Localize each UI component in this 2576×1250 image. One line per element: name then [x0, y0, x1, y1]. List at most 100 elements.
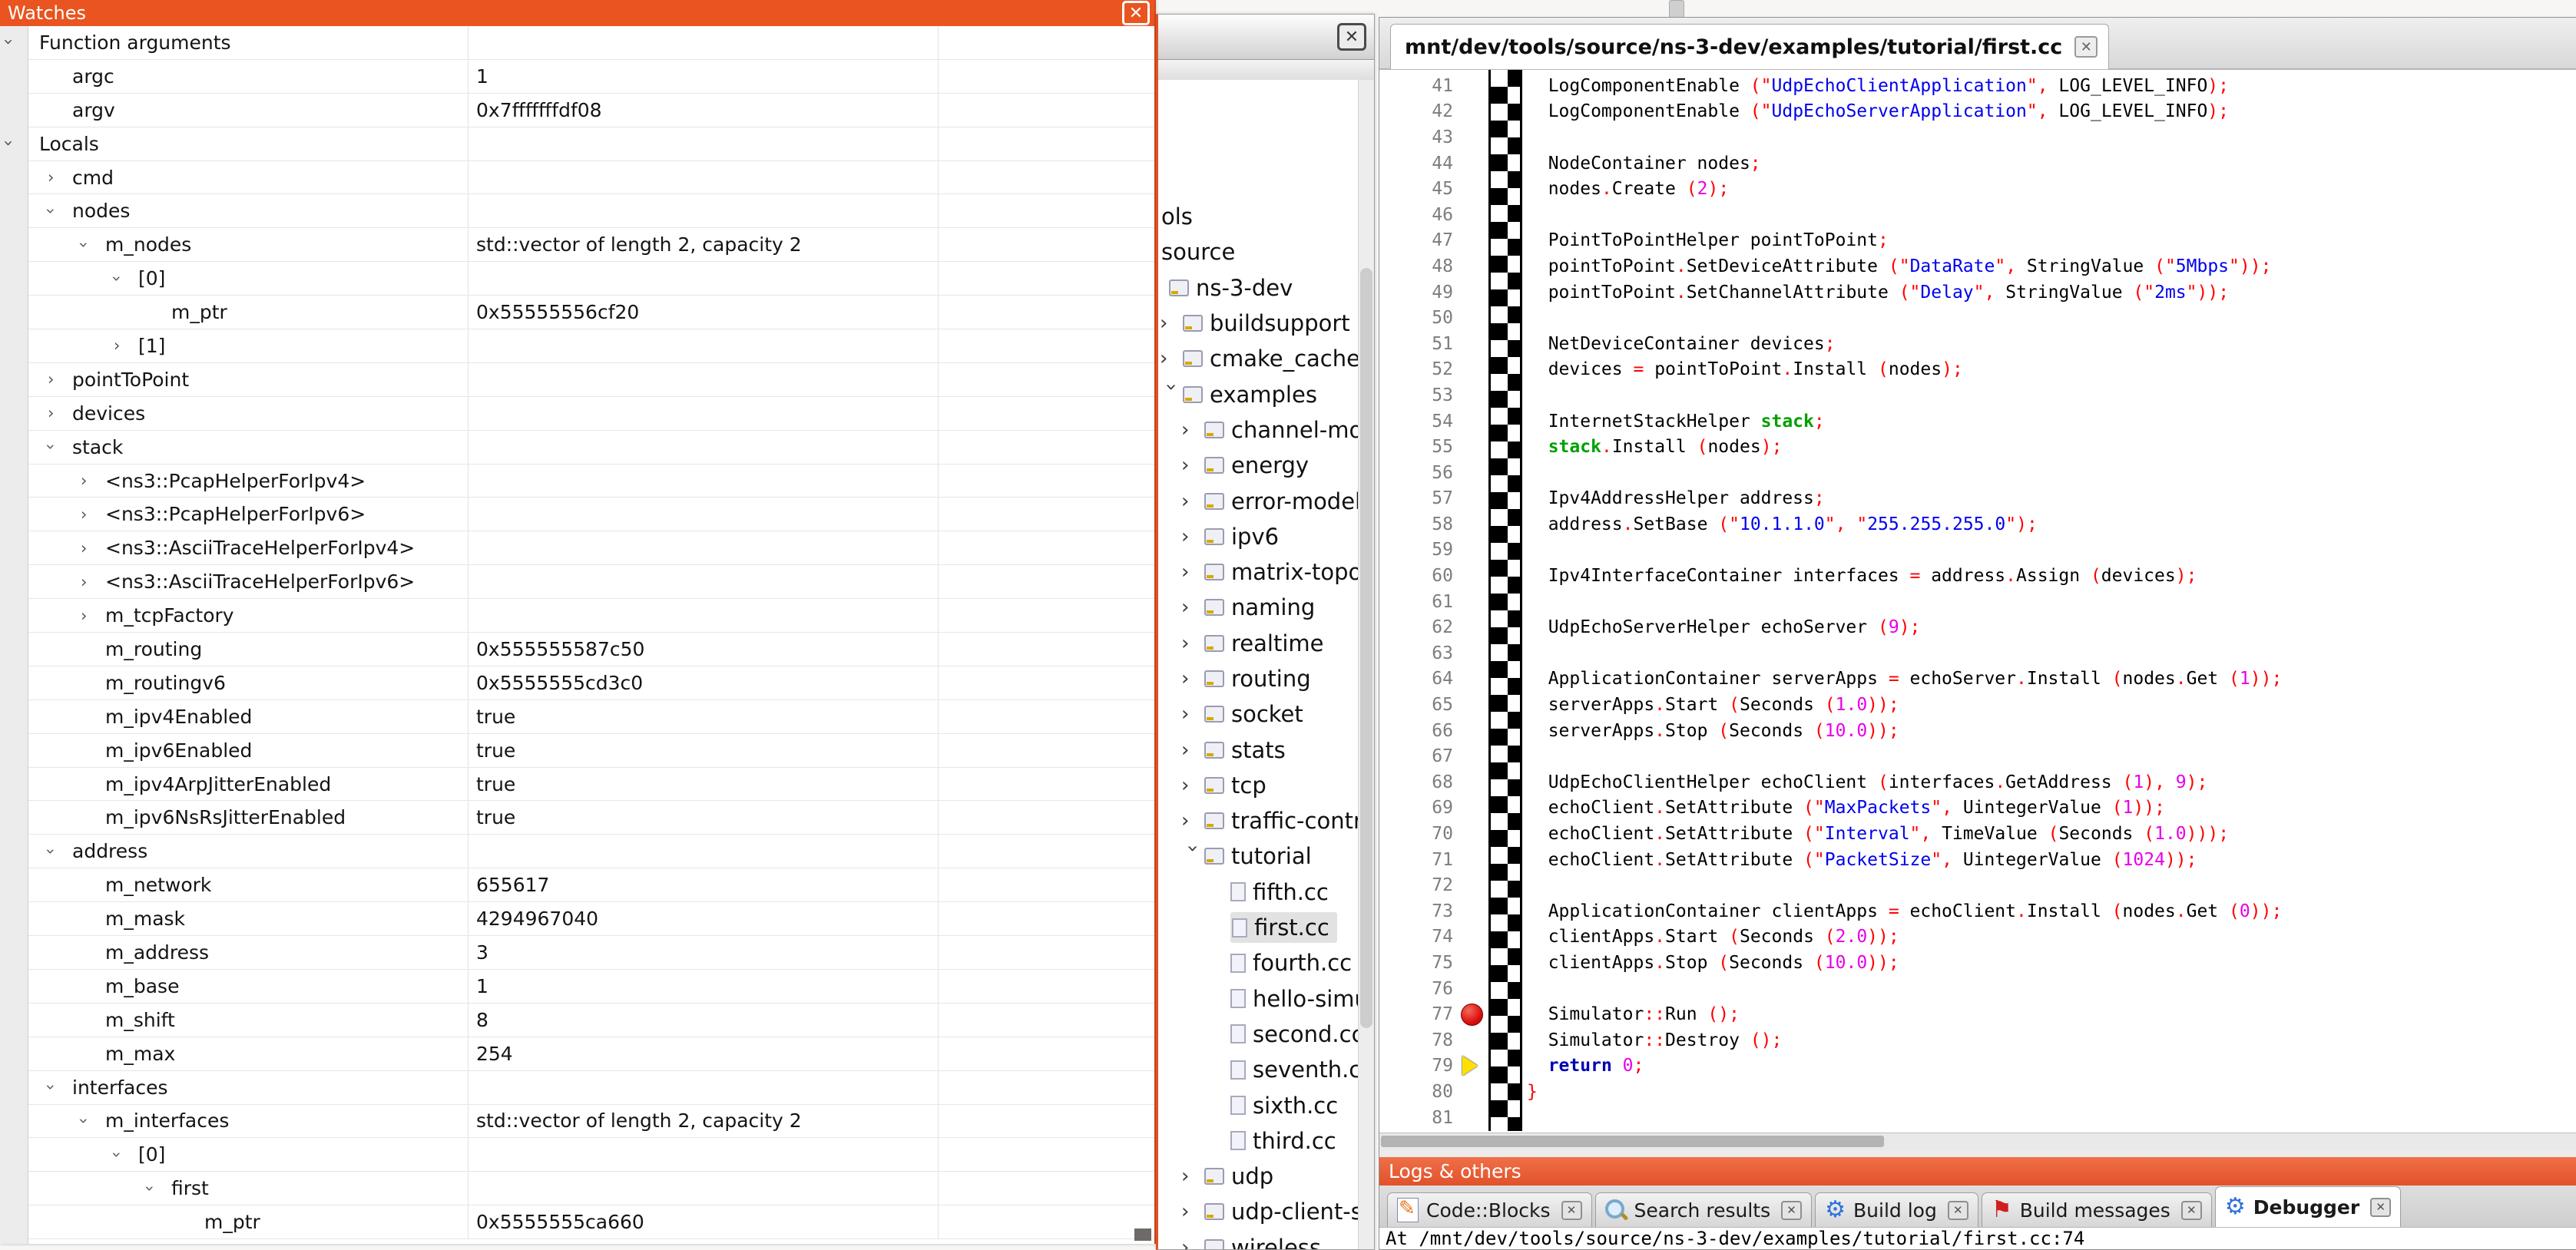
code-line-45[interactable]: 45 nodes.Create (2);	[1379, 176, 2576, 202]
code-line-43[interactable]: 43	[1379, 124, 2576, 150]
watch-row[interactable]: m_max254	[28, 1037, 1154, 1071]
tree-item-realtime[interactable]: ›realtime	[1158, 626, 1359, 661]
expander-icon[interactable]: ›	[41, 1084, 60, 1090]
tree-item-ipv6[interactable]: ›ipv6	[1158, 519, 1359, 554]
line-number[interactable]: 55	[1379, 437, 1465, 457]
tree-item-sixth-cc[interactable]: sixth.cc	[1158, 1087, 1359, 1123]
tree-item-fifth-cc[interactable]: fifth.cc	[1158, 875, 1359, 910]
code-line-53[interactable]: 53	[1379, 382, 2576, 408]
line-number[interactable]: 71	[1379, 850, 1465, 870]
expander-icon[interactable]: ›	[41, 208, 60, 214]
tree-item-matrix-topol[interactable]: ›matrix-topol	[1158, 554, 1359, 590]
tree-item-ols[interactable]: ols	[1158, 199, 1359, 234]
expander-icon[interactable]: ›	[108, 1152, 126, 1158]
line-number[interactable]: 42	[1379, 101, 1465, 121]
panel-splitter[interactable]	[1379, 1150, 2576, 1157]
watches-titlebar[interactable]: Watches ✕	[0, 0, 1154, 26]
tree-item-seventh-cc[interactable]: seventh.cc	[1158, 1052, 1359, 1087]
line-number[interactable]: 64	[1379, 669, 1465, 689]
close-icon[interactable]: ✕	[1337, 23, 1366, 51]
logs-panel-header[interactable]: Logs & others	[1379, 1157, 2576, 1186]
line-number[interactable]: 68	[1379, 772, 1465, 792]
expander-icon[interactable]: ›	[1181, 809, 1204, 832]
watch-row[interactable]: ›m_tcpFactory	[28, 599, 1154, 633]
code-line-52[interactable]: 52 devices = pointToPoint.Install (nodes…	[1379, 357, 2576, 383]
expander-icon[interactable]: ›	[81, 539, 87, 557]
tree-item-stats[interactable]: ›stats	[1158, 732, 1359, 767]
line-number[interactable]: 59	[1379, 540, 1465, 560]
watch-row[interactable]: ›<ns3::PcapHelperForIpv6>	[28, 498, 1154, 531]
code-line-81[interactable]: 81	[1379, 1105, 2576, 1131]
watch-row[interactable]: m_routing0x555555587c50	[28, 633, 1154, 666]
watch-row[interactable]: m_address3	[28, 936, 1154, 970]
expander-icon[interactable]: ›	[1181, 1200, 1204, 1223]
line-number[interactable]: 52	[1379, 359, 1465, 379]
close-icon[interactable]: ✕	[2074, 36, 2098, 58]
code-line-54[interactable]: 54 InternetStackHelper stack;	[1379, 408, 2576, 435]
tree-item-socket[interactable]: ›socket	[1158, 696, 1359, 732]
code-line-77[interactable]: 77 Simulator::Run ();	[1379, 1001, 2576, 1027]
expander-icon[interactable]: ›	[48, 404, 54, 422]
close-icon[interactable]: ✕	[1122, 1, 1150, 25]
tree-item-tcp[interactable]: ›tcp	[1158, 768, 1359, 803]
code-line-60[interactable]: 60 Ipv4InterfaceContainer interfaces = a…	[1379, 563, 2576, 589]
tree-item-routing[interactable]: ›routing	[1158, 661, 1359, 696]
tree-item-traffic-contro[interactable]: ›traffic-contro	[1158, 803, 1359, 838]
expander-icon[interactable]: ›	[1181, 596, 1204, 619]
close-icon[interactable]: ✕	[2370, 1198, 2391, 1217]
expander-icon[interactable]: ›	[141, 1186, 159, 1192]
resize-grip[interactable]	[1134, 1229, 1151, 1241]
logs-tab-debugger[interactable]: ⚙Debugger✕	[2215, 1186, 2401, 1227]
watch-row[interactable]: ›[1]	[28, 329, 1154, 363]
code-line-78[interactable]: 78 Simulator::Destroy ();	[1379, 1027, 2576, 1053]
code-line-49[interactable]: 49 pointToPoint.SetChannelAttribute ("De…	[1379, 279, 2576, 306]
close-icon[interactable]: ✕	[1561, 1201, 1582, 1220]
line-number[interactable]: 45	[1379, 179, 1465, 199]
watch-row[interactable]: m_mask4294967040	[28, 902, 1154, 936]
line-number[interactable]: 63	[1379, 643, 1465, 663]
expander-icon[interactable]: ›	[1181, 418, 1204, 441]
expander-icon[interactable]: ›	[0, 140, 18, 147]
line-number[interactable]: 80	[1379, 1082, 1465, 1102]
tree-item-tutorial[interactable]: ›tutorial	[1158, 838, 1359, 874]
line-number[interactable]: 47	[1379, 230, 1465, 250]
logs-tab-search-results[interactable]: Search results✕	[1595, 1192, 1813, 1227]
tree-item-energy[interactable]: ›energy	[1158, 448, 1359, 483]
watch-row[interactable]: m_routingv60x5555555cd3c0	[28, 666, 1154, 700]
line-number[interactable]: 41	[1379, 76, 1465, 96]
line-number[interactable]: 48	[1379, 256, 1465, 276]
tree-item-hello-simul[interactable]: hello-simul	[1158, 981, 1359, 1017]
line-number[interactable]: 62	[1379, 617, 1465, 637]
watch-row[interactable]: m_ipv6Enabledtrue	[28, 734, 1154, 768]
code-line-64[interactable]: 64 ApplicationContainer serverApps = ech…	[1379, 666, 2576, 693]
watch-row[interactable]: m_ipv4Enabledtrue	[28, 700, 1154, 734]
code-line-55[interactable]: 55 stack.Install (nodes);	[1379, 434, 2576, 460]
code-line-47[interactable]: 47 PointToPointHelper pointToPoint;	[1379, 228, 2576, 254]
tree-item-ns-3-dev[interactable]: ns-3-dev	[1158, 270, 1359, 306]
expander-icon[interactable]: ›	[1160, 383, 1183, 406]
line-number[interactable]: 65	[1379, 695, 1465, 715]
code-line-66[interactable]: 66 serverApps.Stop (Seconds (10.0));	[1379, 718, 2576, 744]
code-line-72[interactable]: 72	[1379, 872, 2576, 898]
tree-scrollbar[interactable]	[1358, 80, 1374, 1249]
tree-scrollbar-thumb[interactable]	[1360, 268, 1372, 1028]
tree-item-first-cc[interactable]: first.cc	[1158, 910, 1359, 945]
code-line-68[interactable]: 68 UdpEchoClientHelper echoClient (inter…	[1379, 769, 2576, 795]
tree-item-error-model[interactable]: ›error-model	[1158, 483, 1359, 518]
tree-item-examples[interactable]: ›examples	[1158, 376, 1359, 412]
watch-row[interactable]: m_base1	[28, 970, 1154, 1004]
expander-icon[interactable]: ›	[74, 1118, 93, 1124]
watch-row[interactable]: ›nodes	[28, 194, 1154, 228]
code-line-44[interactable]: 44 NodeContainer nodes;	[1379, 150, 2576, 177]
code-line-59[interactable]: 59	[1379, 537, 2576, 564]
logs-tab-code-blocks[interactable]: ✎Code::Blocks✕	[1387, 1192, 1592, 1227]
watches-gutter[interactable]: ››	[0, 26, 28, 1244]
line-number[interactable]: 73	[1379, 901, 1465, 921]
expander-icon[interactable]: ›	[1181, 632, 1204, 655]
watch-row[interactable]: Locals	[28, 127, 1154, 161]
line-number[interactable]: 51	[1379, 334, 1465, 354]
tree-item-fourth-cc[interactable]: fourth.cc	[1158, 945, 1359, 980]
editor-tab-first-cc[interactable]: mnt/dev/tools/source/ns-3-dev/examples/t…	[1390, 24, 2109, 69]
watch-row[interactable]: ›[0]	[28, 1138, 1154, 1172]
expander-icon[interactable]: ›	[1181, 845, 1204, 868]
